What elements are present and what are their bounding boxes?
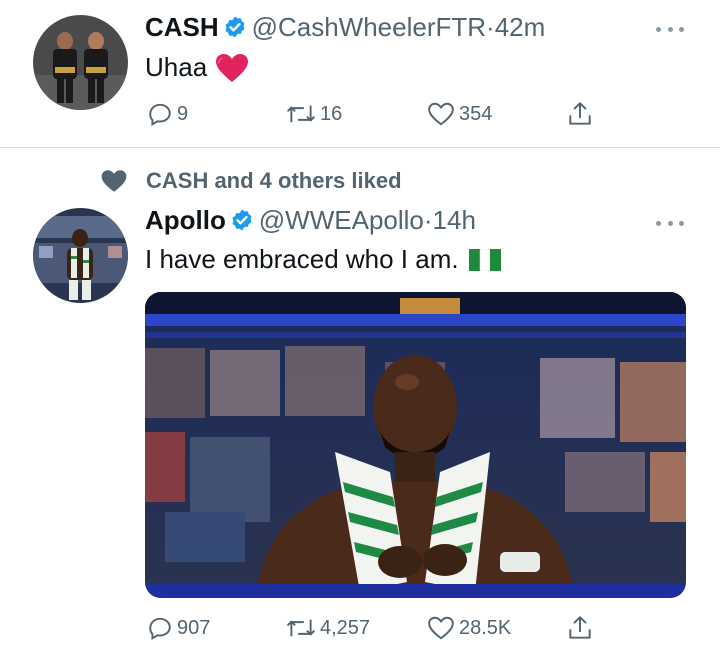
wrestler-photo bbox=[145, 292, 686, 598]
avatar-image bbox=[33, 208, 128, 303]
share-icon bbox=[569, 102, 591, 125]
avatar-image bbox=[33, 15, 128, 110]
nigeria-flag-icon bbox=[468, 248, 501, 271]
tweet2-share-button[interactable] bbox=[567, 614, 593, 642]
tweet1-header: CASH @CashWheelerFTR·42m bbox=[145, 12, 545, 43]
tweet1-author-name[interactable]: CASH bbox=[145, 12, 219, 42]
share-icon bbox=[569, 616, 591, 639]
tweet2-media-image[interactable] bbox=[145, 292, 686, 598]
tweet2-author-name[interactable]: Apollo bbox=[145, 205, 226, 235]
tweet1-separator: · bbox=[486, 12, 495, 42]
tweet1-author-handle[interactable]: @CashWheelerFTR bbox=[252, 12, 486, 42]
tweet1-text-content: Uhaa bbox=[145, 52, 208, 82]
social-context[interactable]: CASH and 4 others liked bbox=[100, 168, 402, 194]
tweet2-text: I have embraced who I am. bbox=[145, 244, 501, 275]
tweet2-reply-count: 907 bbox=[177, 616, 211, 639]
tweet1-more-icon[interactable] bbox=[656, 24, 684, 34]
tweet2-retweet-count: 4,257 bbox=[320, 616, 371, 639]
avatar-cash[interactable] bbox=[33, 15, 128, 110]
tweet2-separator: · bbox=[423, 205, 433, 235]
tweet1-text: Uhaa ❤️ bbox=[145, 52, 249, 83]
tweet1-retweet-button[interactable]: 16 bbox=[286, 101, 342, 127]
social-context-text: CASH and 4 others liked bbox=[146, 168, 402, 193]
tweet2-header: Apollo @WWEApollo·14h bbox=[145, 205, 476, 236]
reply-icon bbox=[149, 617, 171, 641]
tweet1-like-count: 354 bbox=[459, 102, 493, 125]
tweet2-author-handle[interactable]: @WWEApollo bbox=[259, 205, 424, 235]
tweet2-like-count: 28.5K bbox=[459, 616, 512, 639]
tweet1-reply-count: 9 bbox=[177, 102, 189, 125]
liked-heart-icon bbox=[101, 170, 127, 192]
tweet1-share-button[interactable] bbox=[567, 100, 593, 128]
tweet2-timestamp[interactable]: 14h bbox=[433, 205, 476, 235]
tweet1-reply-button[interactable]: 9 bbox=[147, 101, 188, 127]
retweet-icon bbox=[287, 105, 315, 123]
retweet-icon bbox=[287, 619, 315, 637]
avatar-apollo[interactable] bbox=[33, 208, 128, 303]
tweet1-timestamp[interactable]: 42m bbox=[495, 12, 546, 42]
like-heart-icon bbox=[428, 616, 454, 640]
verified-badge-icon bbox=[225, 16, 245, 38]
like-heart-icon bbox=[428, 102, 454, 126]
reply-icon bbox=[149, 103, 171, 127]
red-heart-emoji-icon bbox=[216, 53, 249, 82]
tweet1-like-button[interactable]: 354 bbox=[427, 101, 492, 127]
tweet2-reply-button[interactable]: 907 bbox=[147, 615, 210, 641]
verified-badge-icon bbox=[232, 209, 252, 231]
tweet1-retweet-count: 16 bbox=[320, 102, 343, 125]
tweet2-retweet-button[interactable]: 4,257 bbox=[286, 615, 370, 641]
tweet-divider bbox=[0, 147, 720, 148]
tweet2-more-icon[interactable] bbox=[656, 218, 684, 228]
tweet2-like-button[interactable]: 28.5K bbox=[427, 615, 511, 641]
tweet2-text-content: I have embraced who I am. bbox=[145, 244, 459, 274]
